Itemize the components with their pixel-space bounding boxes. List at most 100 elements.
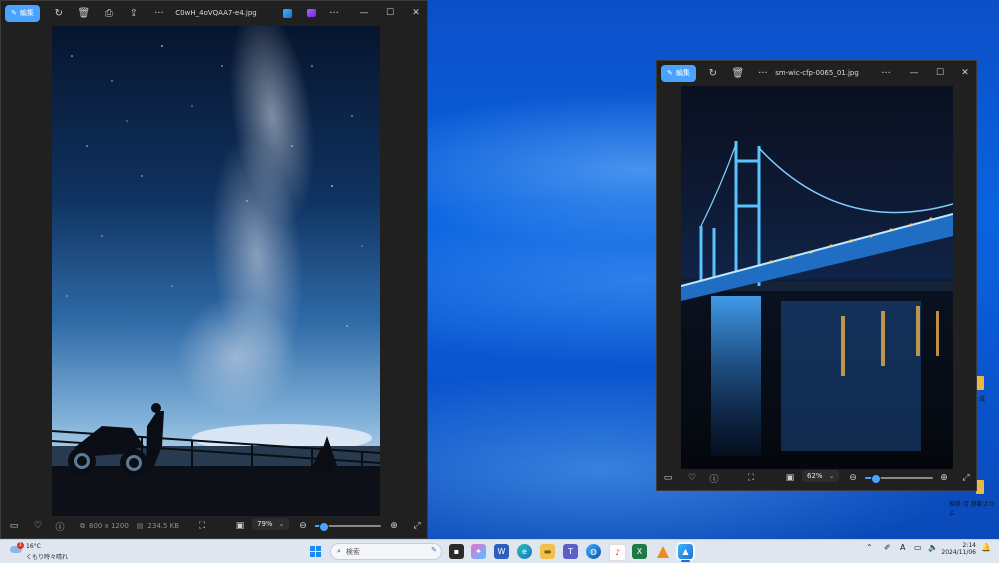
vlc-icon	[656, 545, 669, 558]
info-button[interactable]: ⓘ	[50, 516, 70, 536]
rotate-button[interactable]: ↻	[48, 3, 70, 23]
printer-icon: ⎙	[104, 7, 113, 19]
fullscreen-button[interactable]: ⤢	[956, 468, 976, 488]
edge-button[interactable]: e	[517, 544, 532, 559]
filmstrip-icon: ▭	[663, 473, 673, 483]
more-icon: ···	[329, 7, 339, 19]
weather-desc: くもり時々晴れ	[26, 554, 69, 561]
maximize-button[interactable]: ☐	[927, 61, 953, 85]
print-button[interactable]: ⎙	[98, 3, 120, 23]
zoom-slider[interactable]	[315, 522, 381, 532]
display-icon[interactable]: ▭	[914, 543, 922, 552]
weather-temp: 16°C	[26, 543, 41, 550]
zoom-slider[interactable]	[865, 474, 933, 484]
fullscreen-icon: ⤢	[413, 521, 421, 531]
photo-image	[681, 86, 953, 469]
edit-icon: ✎	[11, 9, 17, 17]
desktop-folder-icon[interactable]	[976, 376, 984, 390]
titlebar-more-button[interactable]: ···	[323, 3, 345, 23]
taskbar: 1 16°C くもり時々晴れ ⌕ 検索 ✎ ▪ ✦ W e ▬ T ◍ ♪ X …	[0, 539, 999, 563]
more-button[interactable]: ···	[752, 63, 774, 83]
close-icon: ✕	[412, 8, 420, 18]
fit-to-window-button[interactable]: ⛶	[741, 468, 761, 488]
maximize-icon: ☐	[385, 8, 395, 18]
globe-icon: ◍	[590, 547, 597, 556]
notification-bell-icon[interactable]: 🔔	[981, 543, 991, 552]
zoom-out-button[interactable]: ⊖	[293, 516, 313, 536]
fit-icon: ⛶	[747, 473, 755, 483]
delete-button[interactable]: 🗑	[727, 63, 749, 83]
app-photos-button[interactable]	[276, 3, 298, 23]
start-button[interactable]	[308, 544, 323, 559]
zoom-level-dropdown[interactable]: 62% ⌄	[802, 470, 840, 482]
fit-to-window-button[interactable]: ⛶	[192, 516, 212, 536]
minimize-button[interactable]: —	[901, 61, 927, 85]
close-icon: ✕	[961, 68, 969, 78]
favorite-button[interactable]: ♡	[682, 468, 702, 488]
zoom-slider-knob[interactable]	[318, 522, 329, 532]
excel-icon: X	[636, 547, 643, 556]
actual-size-button[interactable]: ▣	[780, 468, 800, 488]
share-button[interactable]: ⇪	[123, 3, 145, 23]
excel-button[interactable]: X	[632, 544, 647, 559]
info-button[interactable]: ⓘ	[704, 468, 724, 488]
zoom-in-button[interactable]: ⊕	[934, 468, 954, 488]
filmstrip-icon: ▭	[9, 521, 19, 531]
clock[interactable]: 2:14 2024/11/06	[940, 542, 976, 556]
search-icon: ⌕	[337, 547, 341, 555]
vlc-button[interactable]	[655, 544, 670, 559]
pen-icon[interactable]: ✐	[884, 543, 891, 552]
title-bar: ✎ 編集 ↻ 🗑 ⎙ ⇪ ··· C0wH_4oVQAA7-e4.jpg ···…	[1, 1, 427, 25]
browser-button[interactable]: ◍	[586, 544, 601, 559]
edit-button[interactable]: ✎ 編集	[661, 64, 696, 82]
actual-size-button[interactable]: ▣	[230, 516, 250, 536]
zoom-level-dropdown[interactable]: 79% ⌄	[252, 518, 290, 530]
filmstrip-button[interactable]: ▭	[658, 468, 678, 488]
filesize-icon: ▤	[136, 522, 144, 530]
rotate-button[interactable]: ↻	[702, 63, 724, 83]
more-icon: ···	[758, 67, 768, 79]
image-dimensions: 800 x 1200	[89, 522, 129, 530]
teams-button[interactable]: T	[563, 544, 578, 559]
trash-icon: 🗑	[77, 7, 91, 19]
chevron-down-icon: ⌄	[828, 472, 835, 480]
favorite-button[interactable]: ♡	[28, 516, 48, 536]
speaker-icon[interactable]: 🔈	[928, 543, 938, 552]
fullscreen-button[interactable]: ⤢	[407, 516, 427, 536]
maximize-button[interactable]: ☐	[377, 1, 403, 25]
edit-label: 編集	[675, 69, 690, 77]
task-view-button[interactable]: ▪	[449, 544, 464, 559]
close-button[interactable]: ✕	[952, 61, 978, 85]
edit-label: 編集	[19, 9, 34, 17]
zoom-slider-knob[interactable]	[871, 474, 882, 484]
word-button[interactable]: W	[494, 544, 509, 559]
delete-button[interactable]: 🗑	[73, 3, 95, 23]
photos-app-icon	[282, 8, 292, 18]
weather-widget[interactable]: 1 16°C くもり時々晴れ	[8, 542, 78, 561]
chevron-up-icon[interactable]: ⌃	[866, 543, 873, 552]
photos-button[interactable]: ▲	[678, 544, 693, 559]
desktop-folder-icon[interactable]	[976, 480, 984, 494]
edit-button[interactable]: ✎ 編集	[5, 4, 40, 22]
window-title: sm-wic-cfp-0065_01.jpg	[775, 69, 859, 77]
zoom-in-button[interactable]: ⊕	[384, 516, 404, 536]
trash-icon: 🗑	[731, 67, 745, 79]
ime-indicator-icon[interactable]: A	[900, 543, 905, 552]
info-icon: ⓘ	[55, 522, 65, 533]
minimize-button[interactable]: —	[351, 1, 377, 25]
music-button[interactable]: ♪	[609, 544, 626, 561]
taskbar-search-box[interactable]: ⌕ 検索 ✎	[330, 543, 442, 560]
filmstrip-button[interactable]: ▭	[4, 516, 24, 536]
milky-way-photo	[52, 26, 380, 516]
rotate-icon: ↻	[54, 7, 64, 19]
app-clipchamp-button[interactable]	[300, 3, 322, 23]
heart-icon: ♡	[687, 473, 697, 483]
copilot-button[interactable]: ✦	[471, 544, 486, 559]
titlebar-more-button[interactable]: ···	[875, 63, 897, 83]
heart-icon: ♡	[33, 521, 43, 531]
clock-time: 2:14	[962, 542, 976, 549]
search-placeholder: 検索	[345, 547, 360, 556]
file-explorer-button[interactable]: ▬	[540, 544, 555, 559]
zoom-out-button[interactable]: ⊖	[843, 468, 863, 488]
close-button[interactable]: ✕	[403, 1, 429, 25]
